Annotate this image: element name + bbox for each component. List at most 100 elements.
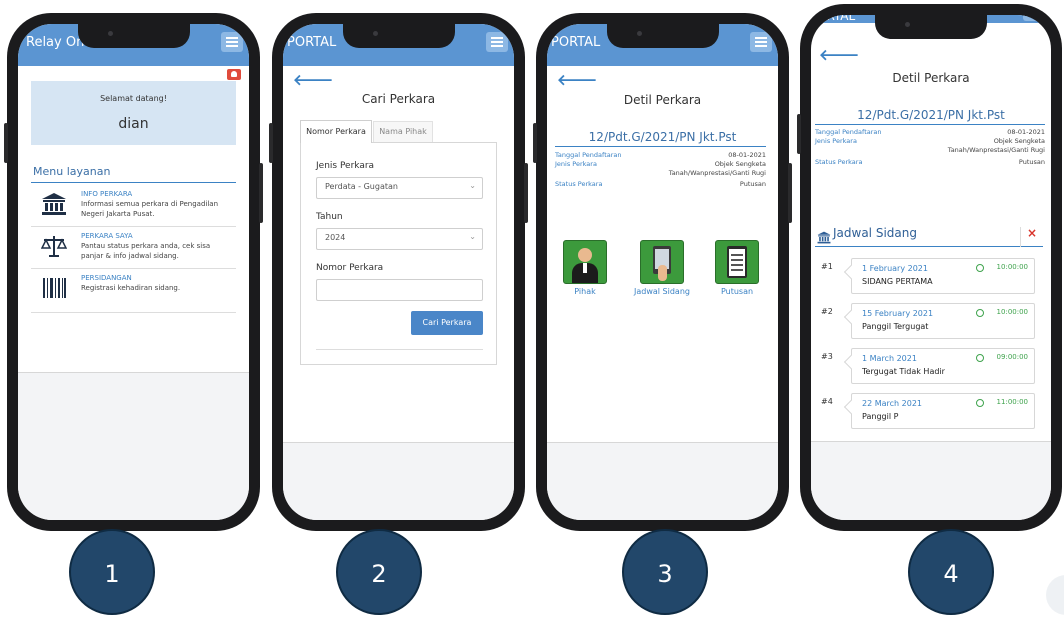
barcode-icon [41, 276, 67, 304]
schedule-list: #1 1 February 2021 10:00:00 SIDANG PERTAMA #… [811, 253, 1051, 433]
action-label: Putusan [720, 287, 754, 296]
hamburger-menu-icon[interactable] [1023, 15, 1045, 21]
page-title: Detil Perkara [892, 71, 970, 85]
detail-label: Tanggal Pendaftaran [555, 151, 622, 159]
menu-item-info-perkara[interactable]: INFO PERKARA Informasi semua perkara di … [31, 186, 236, 226]
menu-item-desc: Registrasi kehadiran sidang. [81, 284, 181, 292]
schedule-row: #4 22 March 2021 11:00:00 Panggil P [811, 388, 1051, 433]
menu-heading: Menu layanan [33, 165, 111, 178]
schedule-row: #1 1 February 2021 10:00:00 SIDANG PERTAMA [811, 253, 1051, 298]
schedule-time: 10:00:00 [996, 263, 1028, 271]
schedule-row: #3 1 March 2021 09:00:00 Tergugat Tidak Had… [811, 343, 1051, 388]
detail-value: Tanah/Wanprestasi/Ganti Rugi [668, 169, 766, 177]
schedule-card[interactable]: 1 March 2021 09:00:00 Tergugat Tidak Hadir [843, 348, 1035, 384]
schedule-event: Panggil P [862, 412, 899, 421]
clock-icon [976, 309, 984, 317]
jenis-perkara-select[interactable]: Perdata - Gugatan ⌄ [316, 177, 483, 199]
menu-item-title: PERSIDANGAN [81, 274, 132, 282]
tahun-label: Tahun [316, 212, 343, 222]
phone-1-screen: Relay On P Selamat datang! dian Menu lay… [18, 24, 249, 520]
detail-value: 08-01-2021 [1007, 128, 1045, 136]
tab-nomor-perkara[interactable]: Nomor Perkara [300, 120, 372, 143]
phone-mockup-2: PORTAL 🡐 Cari Perkara Nomor Perkara Nama… [269, 13, 528, 531]
detail-value: Putusan [1018, 158, 1045, 166]
app-title: PORTAL [551, 35, 601, 50]
step-number-4: 4 [908, 529, 994, 615]
action-pihak[interactable]: Pihak [563, 240, 607, 296]
schedule-event: Panggil Tergugat [862, 322, 929, 331]
nomor-perkara-label: Nomor Perkara [316, 263, 384, 273]
detail-value: Putusan [739, 180, 766, 188]
phone-4-screen: ORTAL 🡐 Detil Perkara 12/Pdt.G/2021/PN J… [811, 15, 1051, 520]
schedule-date: 1 March 2021 [862, 354, 917, 363]
detail-label: Jenis Perkara [815, 137, 857, 145]
jenis-perkara-label: Jenis Perkara [316, 161, 375, 171]
phone-3-screen: PORTAL 🡐 Detil Perkara 12/Pdt.G/2021/PN … [547, 24, 778, 520]
menu-item-perkara-saya[interactable]: PERKARA SAYA Pantau status perkara anda,… [31, 228, 236, 268]
schedule-card[interactable]: 22 March 2021 11:00:00 Panggil P [843, 393, 1035, 429]
phone-mockup-4: ORTAL 🡐 Detil Perkara 12/Pdt.G/2021/PN J… [797, 4, 1062, 531]
close-icon[interactable]: × [1027, 226, 1037, 240]
schedule-time: 10:00:00 [996, 308, 1028, 316]
detail-label: Tanggal Pendaftaran [815, 128, 882, 136]
schedule-event: SIDANG PERTAMA [862, 277, 933, 286]
person-icon [563, 240, 607, 284]
scales-icon [40, 234, 68, 262]
select-value: Perdata - Gugatan [325, 182, 398, 191]
action-putusan[interactable]: Putusan [715, 240, 759, 296]
decorative-corner-shape [1046, 575, 1064, 615]
schedule-index: #1 [821, 262, 833, 271]
detail-value: 08-01-2021 [728, 151, 766, 159]
card-pointer-icon [843, 399, 859, 415]
detail-label: Status Perkara [555, 180, 603, 188]
page-title: Cari Perkara [361, 92, 436, 106]
tab-nama-pihak[interactable]: Nama Pihak [373, 121, 433, 143]
case-number: 12/Pdt.G/2021/PN Jkt.Pst [588, 130, 737, 144]
menu-item-title: INFO PERKARA [81, 190, 133, 198]
schedule-card[interactable]: 15 February 2021 10:00:00 Panggil Tergugat [843, 303, 1035, 339]
schedule-date: 1 February 2021 [862, 264, 928, 273]
back-arrow-icon[interactable]: 🡐 [819, 45, 859, 64]
clipboard-icon [715, 240, 759, 284]
detail-value: Objek Sengketa [993, 137, 1045, 145]
app-title: PORTAL [287, 35, 337, 50]
case-number: 12/Pdt.G/2021/PN Jkt.Pst [857, 108, 1005, 122]
step-number-3: 3 [622, 529, 708, 615]
action-label: Jadwal Sidang [634, 287, 690, 296]
hamburger-menu-icon[interactable] [221, 32, 243, 52]
schedule-date: 15 February 2021 [862, 309, 934, 318]
schedule-card[interactable]: 1 February 2021 10:00:00 SIDANG PERTAMA [843, 258, 1035, 294]
detail-label: Status Perkara [815, 158, 863, 166]
step-number-1: 1 [69, 529, 155, 615]
menu-item-desc: Negeri Jakarta Pusat. [81, 210, 155, 218]
hamburger-menu-icon[interactable] [486, 32, 508, 52]
back-arrow-icon[interactable]: 🡐 [293, 70, 333, 89]
schedule-time: 09:00:00 [996, 353, 1028, 361]
select-value: 2024 [325, 233, 346, 242]
schedule-title: Jadwal Sidang [833, 226, 917, 240]
schedule-index: #2 [821, 307, 833, 316]
clock-icon [976, 354, 984, 362]
courthouse-icon [41, 192, 67, 220]
menu-item-desc: Informasi semua perkara di Pengadilan [81, 200, 219, 208]
back-arrow-icon[interactable]: 🡐 [557, 70, 597, 89]
detail-value: Tanah/Wanprestasi/Ganti Rugi [947, 146, 1045, 154]
action-jadwal-sidang[interactable]: Jadwal Sidang [633, 240, 691, 296]
nomor-perkara-input[interactable] [316, 279, 483, 301]
app-title: ORTAL [817, 15, 856, 23]
card-pointer-icon [843, 264, 859, 280]
card-pointer-icon [843, 309, 859, 325]
welcome-text: Selamat datang! [100, 94, 167, 103]
schedule-index: #4 [821, 397, 833, 406]
cari-perkara-button[interactable]: Cari Perkara [411, 311, 483, 335]
card-pointer-icon [843, 354, 859, 370]
notification-bell-icon[interactable] [227, 69, 241, 80]
phone-mockup-3: PORTAL 🡐 Detil Perkara 12/Pdt.G/2021/PN … [533, 13, 792, 531]
menu-item-persidangan[interactable]: PERSIDANGAN Registrasi kehadiran sidang. [31, 270, 236, 310]
schedule-event: Tergugat Tidak Hadir [862, 367, 945, 376]
menu-item-desc: Pantau status perkara anda, cek sisa [81, 242, 211, 250]
chevron-down-icon: ⌄ [469, 232, 476, 241]
chevron-down-icon: ⌄ [469, 181, 476, 190]
hamburger-menu-icon[interactable] [750, 32, 772, 52]
tahun-select[interactable]: 2024 ⌄ [316, 228, 483, 250]
